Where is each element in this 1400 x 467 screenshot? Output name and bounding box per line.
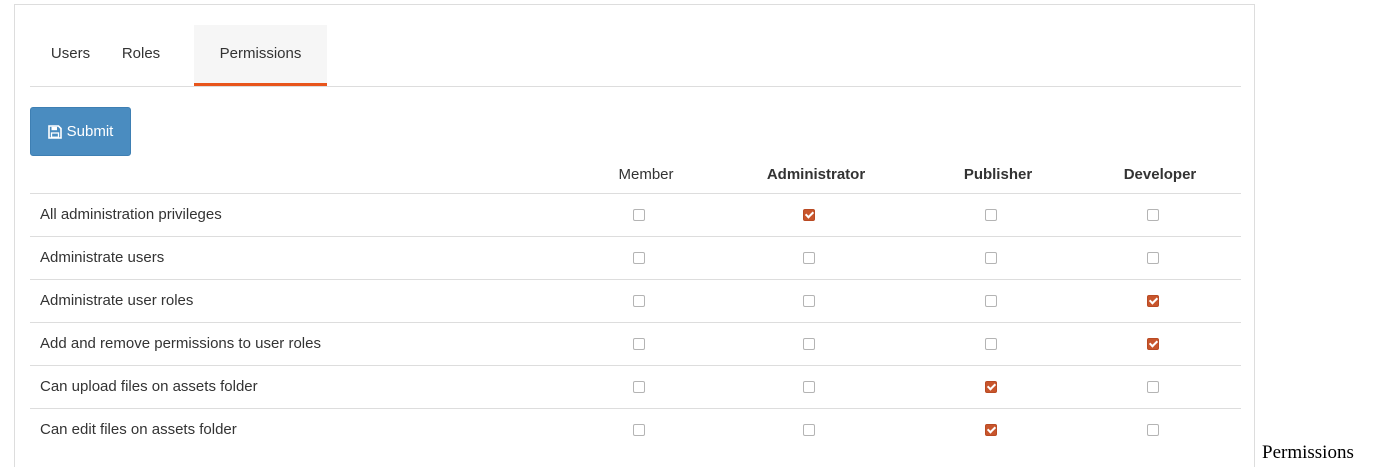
checkbox-developer[interactable] [1147, 424, 1159, 436]
tab-bar: Users Roles Permissions [30, 25, 1241, 87]
permission-label: Add and remove permissions to user roles [40, 335, 321, 352]
table-row: All administration privileges [30, 193, 1241, 236]
table-row: Administrate users [30, 236, 1241, 279]
checkbox-developer[interactable] [1147, 252, 1159, 264]
checkbox-member[interactable] [633, 209, 645, 221]
tab-permissions[interactable]: Permissions [194, 25, 327, 86]
tab-users[interactable]: Users [38, 25, 103, 86]
permissions-panel: Users Roles Permissions Submit Member Ad… [14, 4, 1255, 467]
checkbox-member[interactable] [633, 381, 645, 393]
checkbox-administrator[interactable] [803, 295, 815, 307]
save-icon [47, 124, 62, 139]
column-header-developer: Developer [1123, 166, 1197, 183]
table-row: Can upload files on assets folder [30, 365, 1241, 408]
checkbox-developer[interactable] [1147, 338, 1159, 350]
permission-label: Can upload files on assets folder [40, 378, 258, 395]
column-header-administrator: Administrator [766, 166, 866, 183]
checkbox-member[interactable] [633, 424, 645, 436]
permission-label: Can edit files on assets folder [40, 421, 237, 438]
checkbox-publisher[interactable] [985, 209, 997, 221]
column-header-member: Member [618, 166, 674, 183]
table-row: Can edit files on assets folder [30, 408, 1241, 451]
checkbox-member[interactable] [633, 295, 645, 307]
checkbox-publisher[interactable] [985, 424, 997, 436]
tab-roles[interactable]: Roles [103, 25, 179, 86]
checkbox-member[interactable] [633, 252, 645, 264]
checkbox-developer[interactable] [1147, 209, 1159, 221]
checkbox-member[interactable] [633, 338, 645, 350]
checkbox-developer[interactable] [1147, 295, 1159, 307]
checkbox-publisher[interactable] [985, 338, 997, 350]
checkbox-publisher[interactable] [985, 381, 997, 393]
permission-label: All administration privileges [40, 206, 222, 223]
figure-caption: Permissions [1262, 442, 1354, 463]
permissions-table: All administration privileges Administrat… [30, 193, 1241, 451]
submit-button-label: Submit [66, 123, 114, 140]
checkbox-administrator[interactable] [803, 424, 815, 436]
checkbox-publisher[interactable] [985, 295, 997, 307]
checkbox-administrator[interactable] [803, 338, 815, 350]
permission-label: Administrate user roles [40, 292, 194, 309]
permission-label: Administrate users [40, 249, 165, 266]
checkbox-administrator[interactable] [803, 381, 815, 393]
checkbox-publisher[interactable] [985, 252, 997, 264]
checkbox-developer[interactable] [1147, 381, 1159, 393]
table-row: Add and remove permissions to user roles [30, 322, 1241, 365]
checkbox-administrator[interactable] [803, 252, 815, 264]
table-row: Administrate user roles [30, 279, 1241, 322]
checkbox-administrator[interactable] [803, 209, 815, 221]
column-header-publisher: Publisher [963, 166, 1033, 183]
submit-button[interactable]: Submit [30, 107, 131, 156]
